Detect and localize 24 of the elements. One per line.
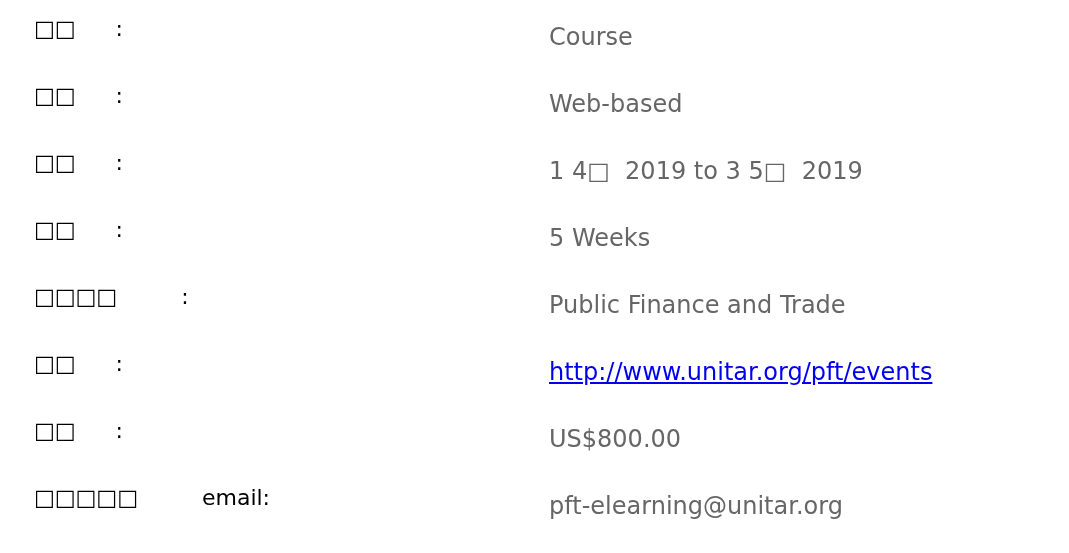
label-separator: :	[115, 82, 123, 110]
label-separator: :	[115, 417, 123, 445]
label-separator: :	[115, 15, 123, 43]
field-label: □□	[34, 417, 76, 445]
field-label: □□□□□	[34, 484, 138, 512]
field-label: □□	[34, 149, 76, 177]
field-value: US$800.00	[549, 424, 682, 454]
field-value: 5 Weeks	[549, 223, 651, 253]
label-separator: email:	[200, 484, 271, 512]
field-value: pft-elearning@unitar.org	[549, 491, 843, 521]
label-separator: :	[115, 216, 123, 244]
events-link[interactable]: http://www.unitar.org/pft/events	[549, 357, 933, 387]
field-label: □□	[34, 216, 76, 244]
label-separator: :	[115, 350, 123, 378]
label-separator: :	[180, 283, 189, 311]
label-separator: :	[115, 149, 123, 177]
field-value: Course	[549, 22, 633, 52]
field-label: □□	[34, 82, 76, 110]
field-value: Public Finance and Trade	[549, 290, 846, 320]
field-label: □□□□	[34, 283, 118, 311]
field-label: □□	[34, 15, 76, 43]
field-label: □□	[34, 350, 76, 378]
field-value: Web-based	[549, 89, 683, 119]
field-value: 1 4□ 2019 to 3 5□ 2019	[549, 156, 863, 186]
